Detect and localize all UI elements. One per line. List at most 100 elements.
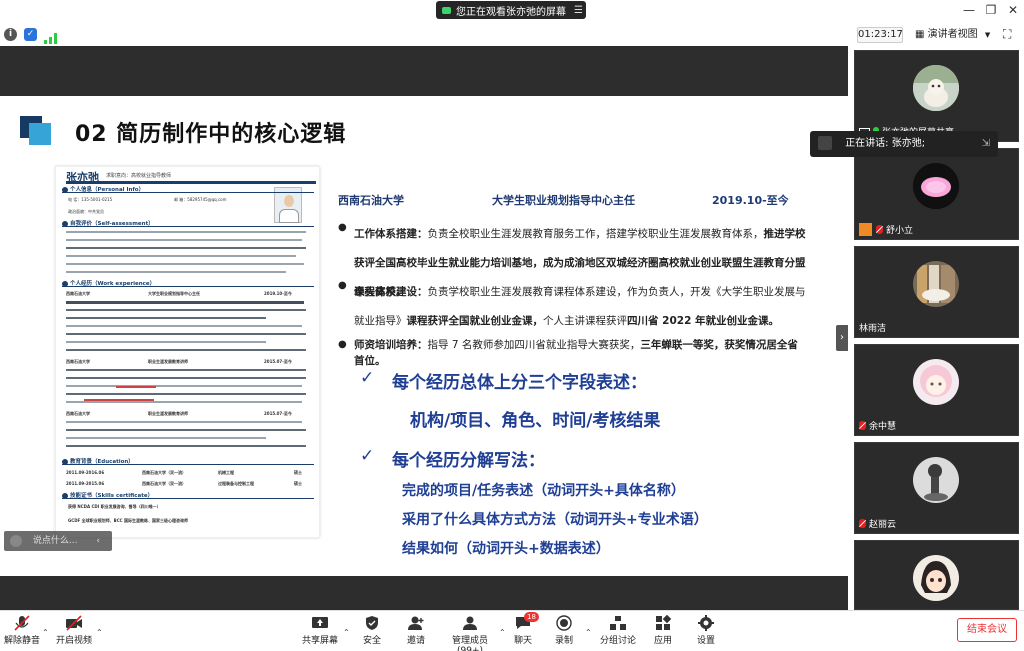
- resume-text-line: [66, 301, 304, 304]
- exp-date: 2019.10-至今: [712, 194, 789, 207]
- restore-icon[interactable]: ❐: [984, 3, 998, 17]
- resume-text-line: [66, 317, 266, 319]
- mic-muted-icon: [13, 615, 31, 631]
- participant-tile[interactable]: 赵丽云: [854, 442, 1019, 534]
- tile-label: 林雨洁: [859, 321, 886, 334]
- invite-label: 邀请: [406, 636, 425, 646]
- resume-text-line: [66, 271, 286, 273]
- participant-tile[interactable]: 余中慧: [854, 344, 1019, 436]
- resume-text-line: [66, 255, 296, 257]
- minimize-icon[interactable]: —: [962, 3, 976, 17]
- info-icon[interactable]: i: [4, 28, 17, 41]
- start-video-label: 开启视频: [56, 636, 93, 646]
- pin-icon[interactable]: ⇲: [982, 131, 990, 157]
- shared-slide: 02 简历制作中的核心逻辑 张亦弛 求职意向：高校就业指导教师 个人信息（Per…: [0, 96, 848, 576]
- participant-tile[interactable]: [854, 540, 1019, 610]
- sub-item-1: 完成的项目/任务表述（动词开头+具体名称）: [402, 483, 685, 499]
- unmute-label: 解除静音: [4, 636, 41, 646]
- caret-up-icon[interactable]: ⌃: [343, 628, 350, 637]
- close-icon[interactable]: ✕: [1006, 3, 1020, 17]
- title-bar: 您正在观看张亦弛的屏幕 ☰ — ❐ ✕: [0, 0, 1024, 22]
- collapse-gallery-button[interactable]: ›: [836, 325, 848, 351]
- breakout-icon: [609, 615, 627, 631]
- apps-label: 应用: [653, 636, 672, 646]
- participant-tile[interactable]: 舒小立: [854, 148, 1019, 240]
- resume-text-line: [66, 385, 302, 387]
- share-screen-button[interactable]: 共享屏幕: [302, 615, 338, 646]
- check2-text: 每个经历分解写法：: [392, 451, 545, 471]
- resume-exp3-org: 西南石油大学: [66, 411, 90, 416]
- chat-input[interactable]: 说点什么... ‹: [4, 531, 112, 551]
- shield-icon: [363, 615, 381, 631]
- resume-edu1-date: 2011.09-2016.06: [66, 470, 105, 475]
- meeting-window: 您正在观看张亦弛的屏幕 ☰ — ❐ ✕ i ✓ 01:23:17 ▦ 演讲者视图…: [0, 0, 1024, 651]
- avatar: [913, 163, 959, 209]
- chevron-down-icon: ▼: [984, 31, 991, 39]
- bullet-course-system: ● 课程体系建设：负责学校职业生涯发展教育课程体系建设，作为负责人，开发《大学生…: [338, 280, 806, 327]
- end-meeting-button[interactable]: 结束会议: [957, 618, 1017, 642]
- resume-text-line: [66, 429, 306, 431]
- chat-button[interactable]: 18 聊天: [510, 612, 539, 646]
- video-off-icon: [65, 615, 83, 631]
- resume-text-line: [66, 247, 306, 249]
- share-letterbox-bottom: [0, 576, 848, 610]
- resume-text-line: [66, 239, 302, 241]
- resume-text-line: [66, 333, 306, 335]
- speaker-mic-icon: [818, 136, 832, 150]
- chat-badge: 18: [524, 612, 539, 622]
- screen-share-banner[interactable]: 您正在观看张亦弛的屏幕 ☰: [436, 1, 586, 19]
- signal-icon[interactable]: [44, 29, 58, 44]
- manage-members-label: 管理成员(99+): [451, 636, 488, 651]
- resume-section-work: 个人经历（Work experience）: [62, 279, 314, 287]
- participant-name: 林雨洁: [859, 324, 887, 334]
- record-label: 录制: [554, 636, 573, 646]
- fullscreen-icon[interactable]: ⛶: [1003, 27, 1011, 42]
- participant-tile[interactable]: 张亦弛的屏幕共享: [854, 50, 1019, 142]
- view-mode-button[interactable]: ▦ 演讲者视图 ▼: [915, 27, 990, 43]
- invite-button[interactable]: 邀请: [402, 615, 430, 646]
- apps-button[interactable]: 应用: [650, 614, 676, 646]
- exp-role: 大学生职业规划指导中心主任: [492, 194, 635, 207]
- resume-exp1-date: 2019.10-至今: [264, 291, 292, 296]
- resume-exp3-role: 职业生涯发展教育讲师: [148, 411, 188, 416]
- tile-label: 赵丽云: [859, 517, 896, 530]
- record-button[interactable]: 录制: [551, 615, 577, 646]
- share-banner-text: 您正在观看张亦弛的屏幕: [456, 6, 566, 18]
- resume-preview: 张亦弛 求职意向：高校就业指导教师 个人信息（Personal Info） 电 …: [55, 166, 320, 538]
- tile-label: 舒小立: [859, 223, 913, 236]
- resume-text-line: [66, 421, 302, 423]
- manage-members-button[interactable]: 管理成员(99+): [440, 615, 500, 651]
- participant-tile[interactable]: 林雨洁: [854, 246, 1019, 338]
- view-mode-label: 演讲者视图: [927, 29, 978, 40]
- chat-label: 聊天: [513, 636, 532, 646]
- resume-skill1: 获得 NCDA CDI 职业发展咨询、督导（四川唯一）: [68, 504, 161, 509]
- caret-up-icon[interactable]: ⌃: [96, 628, 103, 637]
- security-button[interactable]: 安全: [358, 615, 386, 646]
- resume-section-education: 教育背景（Education）: [62, 457, 314, 465]
- share-screen-label: 共享屏幕: [302, 636, 339, 646]
- breakout-button[interactable]: 分组讨论: [598, 615, 638, 646]
- caret-up-icon[interactable]: ⌃: [585, 628, 592, 637]
- unmute-button[interactable]: 解除静音: [4, 615, 40, 646]
- avatar: [913, 359, 959, 405]
- resume-text-line: [66, 309, 306, 311]
- chevron-left-icon[interactable]: ‹: [96, 536, 100, 546]
- settings-button[interactable]: 设置: [693, 615, 719, 646]
- resume-skill2: GCDF 全球职业规划师、BCC 国际生涯教练、国家三级心理咨询师: [68, 518, 188, 523]
- start-video-button[interactable]: 开启视频: [56, 615, 92, 646]
- share-screen-icon: [311, 615, 329, 631]
- caret-up-icon[interactable]: ⌃: [499, 628, 506, 637]
- chat-input-placeholder: 说点什么...: [32, 536, 78, 546]
- shield-icon[interactable]: ✓: [24, 28, 37, 41]
- check-icon: ✓: [360, 446, 375, 466]
- banner-menu-icon[interactable]: ☰: [574, 5, 583, 16]
- mic-muted-icon: [859, 519, 866, 528]
- check1-sub: 机构/项目、角色、时间/考核结果: [410, 411, 661, 431]
- grid-icon: ▦: [915, 29, 925, 40]
- resume-section-skills: 技能证书（Skills certificate）: [62, 491, 314, 499]
- mic-muted-icon: [859, 421, 866, 430]
- caret-up-icon[interactable]: ⌃: [42, 628, 49, 637]
- resume-text-line: [66, 341, 266, 343]
- participant-name: 余中慧: [869, 422, 897, 432]
- emoji-icon[interactable]: [10, 534, 22, 547]
